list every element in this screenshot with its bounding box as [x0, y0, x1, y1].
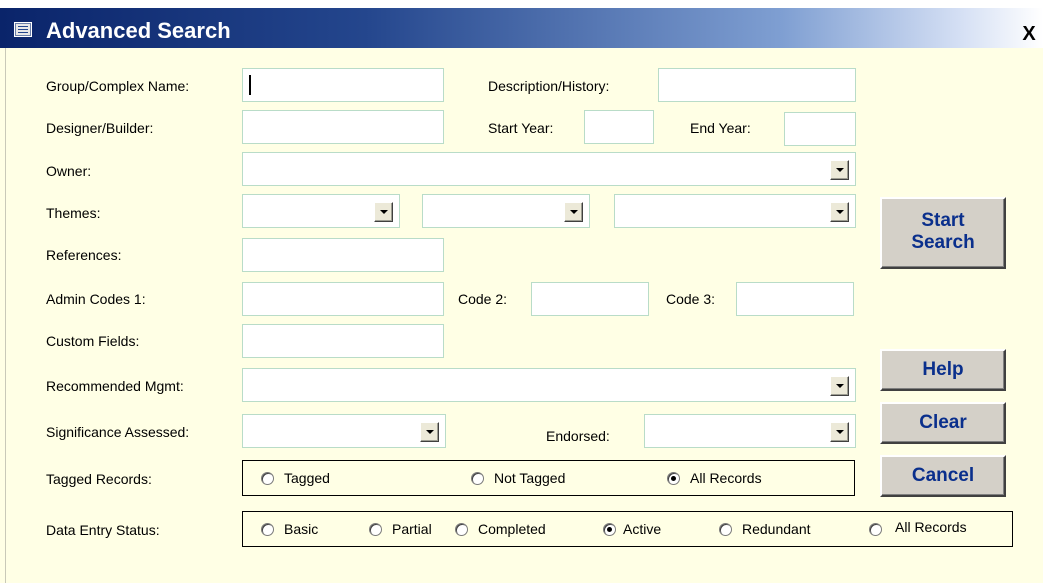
- code-3-field[interactable]: [736, 282, 854, 316]
- themes-label: Themes:: [46, 205, 101, 221]
- chevron-down-icon[interactable]: [830, 376, 849, 396]
- basic-option-label: Basic: [284, 521, 319, 537]
- chevron-down-icon[interactable]: [830, 160, 849, 180]
- admin-codes-1-label: Admin Codes 1:: [46, 291, 146, 307]
- all-records-status-option-label: All Records: [895, 519, 967, 535]
- owner-label: Owner:: [46, 163, 92, 179]
- significance-assessed-label: Significance Assessed:: [46, 424, 190, 440]
- theme-1-combo[interactable]: [242, 194, 400, 228]
- clear-button[interactable]: Clear: [880, 402, 1006, 444]
- start-search-label-line2: Search: [911, 232, 975, 253]
- custom-fields-label: Custom Fields:: [46, 333, 140, 349]
- end-year-field[interactable]: [784, 112, 856, 146]
- text-cursor: [249, 75, 251, 95]
- start-year-label: Start Year:: [488, 120, 554, 136]
- description-history-label: Description/History:: [488, 78, 610, 94]
- chevron-down-icon[interactable]: [564, 202, 583, 222]
- code-2-label: Code 2:: [458, 291, 508, 307]
- title-bar: Advanced Search X: [0, 8, 1043, 48]
- not-tagged-option-label: Not Tagged: [494, 470, 566, 486]
- radio-button[interactable]: [869, 523, 882, 536]
- all-records-option-label: All Records: [690, 470, 762, 486]
- active-option-label: Active: [623, 521, 662, 537]
- tagged-records-label: Tagged Records:: [46, 471, 152, 487]
- group-complex-name-label: Group/Complex Name:: [46, 78, 190, 94]
- radio-button-selected[interactable]: [667, 472, 680, 485]
- partial-option-label: Partial: [392, 521, 432, 537]
- radio-button[interactable]: [471, 472, 484, 485]
- endorsed-combo[interactable]: [644, 414, 856, 448]
- redundant-option-label: Redundant: [742, 521, 811, 537]
- endorsed-label: Endorsed:: [546, 428, 610, 444]
- cancel-button[interactable]: Cancel: [880, 455, 1006, 497]
- designer-builder-label: Designer/Builder:: [46, 120, 154, 136]
- description-history-field[interactable]: [658, 68, 856, 102]
- data-entry-status-option-group: Basic Partial Completed Active Redundant…: [242, 511, 1013, 547]
- tagged-records-option-group: Tagged Not Tagged All Records: [242, 460, 855, 496]
- radio-button[interactable]: [369, 523, 382, 536]
- admin-codes-1-field[interactable]: [242, 282, 444, 316]
- start-search-label-line1: Start: [921, 210, 965, 231]
- form-icon: [14, 22, 32, 37]
- recommended-mgmt-combo[interactable]: [242, 368, 856, 402]
- chevron-down-icon[interactable]: [374, 202, 393, 222]
- theme-2-combo[interactable]: [422, 194, 590, 228]
- code-3-label: Code 3:: [666, 291, 716, 307]
- radio-button-selected[interactable]: [603, 523, 616, 536]
- start-year-field[interactable]: [584, 110, 654, 144]
- window-border: [5, 48, 6, 583]
- tagged-option-label: Tagged: [284, 470, 330, 486]
- chevron-down-icon[interactable]: [830, 422, 849, 442]
- group-complex-name-field[interactable]: [242, 68, 444, 102]
- code-2-field[interactable]: [531, 282, 649, 316]
- custom-fields-field[interactable]: [242, 324, 444, 358]
- designer-builder-field[interactable]: [242, 110, 444, 144]
- theme-3-combo[interactable]: [614, 194, 856, 228]
- help-button[interactable]: Help: [880, 349, 1006, 391]
- references-label: References:: [46, 247, 122, 263]
- radio-button[interactable]: [261, 523, 274, 536]
- data-entry-status-label: Data Entry Status:: [46, 522, 160, 538]
- radio-button[interactable]: [719, 523, 732, 536]
- radio-button[interactable]: [455, 523, 468, 536]
- recommended-mgmt-label: Recommended Mgmt:: [46, 378, 184, 394]
- close-icon[interactable]: X: [1018, 23, 1040, 45]
- significance-assessed-combo[interactable]: [242, 414, 446, 448]
- references-field[interactable]: [242, 238, 444, 272]
- window-title: Advanced Search: [46, 18, 231, 43]
- radio-button[interactable]: [261, 472, 274, 485]
- completed-option-label: Completed: [478, 521, 546, 537]
- chevron-down-icon[interactable]: [420, 422, 439, 442]
- owner-combo[interactable]: [242, 152, 856, 186]
- start-search-button[interactable]: Start Search: [880, 197, 1006, 269]
- end-year-label: End Year:: [690, 120, 751, 136]
- chevron-down-icon[interactable]: [830, 202, 849, 222]
